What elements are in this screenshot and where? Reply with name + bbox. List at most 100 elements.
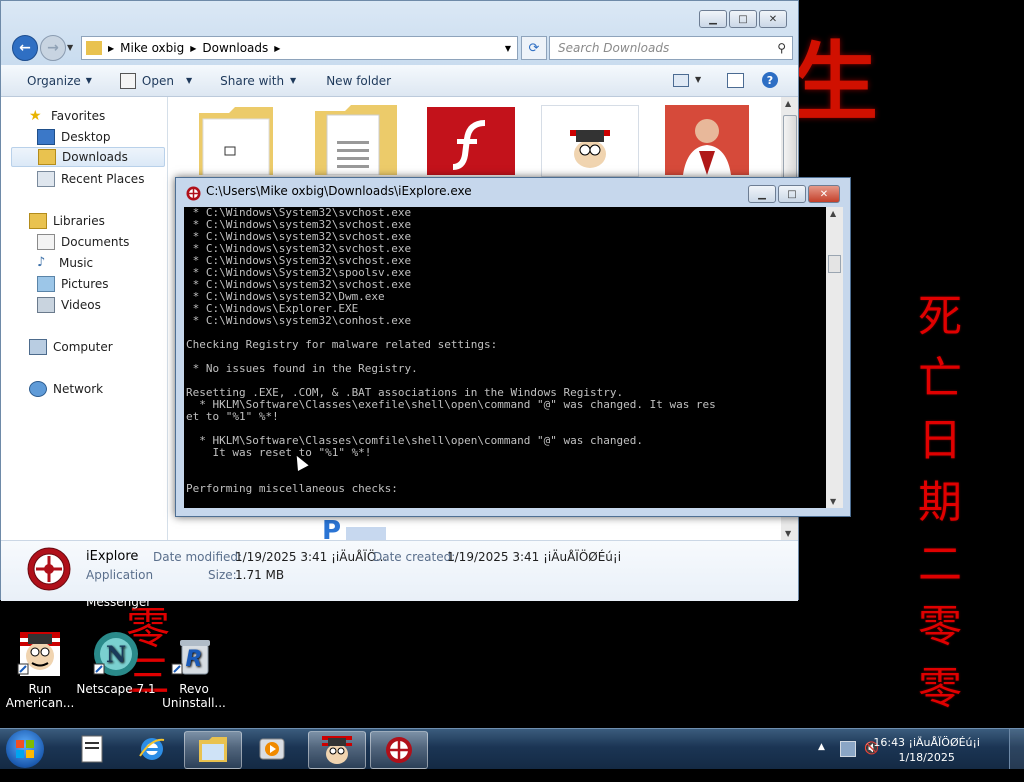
- breadcrumb-separator-icon: ▶: [274, 43, 281, 53]
- date-modified-label: Date modified:: [153, 550, 243, 564]
- nav-libraries[interactable]: Libraries: [29, 211, 105, 231]
- nav-downloads[interactable]: Downloads: [11, 147, 165, 167]
- nav-label: Videos: [61, 298, 101, 312]
- console-output[interactable]: * C:\Windows\System32\svchost.exe * C:\W…: [184, 207, 826, 508]
- taskbar-run-american[interactable]: [308, 731, 366, 769]
- videos-icon: [37, 297, 55, 313]
- refresh-icon: ⟳: [528, 40, 540, 56]
- desktop-icon: [37, 129, 55, 145]
- console-window-controls: ▁ □ ✕: [746, 185, 840, 203]
- scroll-up-icon[interactable]: ▲: [785, 99, 791, 108]
- scroll-up-icon[interactable]: ▲: [830, 209, 836, 218]
- breadcrumb-separator-icon: ▶: [108, 43, 115, 53]
- calligraphy-char: 零: [918, 601, 962, 652]
- nav-music[interactable]: ♪ Music: [37, 253, 93, 273]
- date-modified-value: 1/19/2025 3:41 ¡iÄuÅÏÖ...: [235, 550, 388, 564]
- back-button[interactable]: ←: [12, 35, 38, 61]
- address-bar[interactable]: ▶ Mike oxbig ▶ Downloads ▶ ▼: [81, 36, 518, 60]
- console-window[interactable]: C:\Users\Mike oxbig\Downloads\iExplore.e…: [175, 177, 851, 517]
- console-title: C:\Users\Mike oxbig\Downloads\iExplore.e…: [206, 184, 472, 198]
- minimize-button[interactable]: ▁: [748, 185, 776, 203]
- desktop-icon-label: Netscape 7.1: [76, 682, 156, 696]
- netscape-icon: N: [92, 630, 140, 678]
- open-button[interactable]: Open ▼: [119, 72, 193, 89]
- taskbar-internet-explorer[interactable]: [124, 731, 180, 767]
- taskbar-media-player[interactable]: [244, 731, 300, 767]
- taskbar-notepad-document[interactable]: [64, 731, 120, 767]
- nav-computer[interactable]: Computer: [29, 337, 113, 357]
- breadcrumb-item-downloads[interactable]: Downloads: [202, 41, 268, 55]
- taskbar-windows-explorer[interactable]: [184, 731, 242, 769]
- forward-button[interactable]: →: [40, 35, 66, 61]
- close-button[interactable]: ✕: [808, 185, 840, 203]
- scroll-thumb[interactable]: [828, 255, 841, 273]
- desktop-icon-run-american[interactable]: Run American...: [0, 630, 80, 710]
- show-desktop-button[interactable]: [1009, 729, 1024, 769]
- calligraphy-char: 亡: [918, 353, 962, 404]
- view-options-chevron-icon[interactable]: ▼: [695, 75, 701, 84]
- nav-pictures[interactable]: Pictures: [37, 274, 109, 294]
- new-folder-button[interactable]: New folder: [326, 74, 391, 88]
- photo-icon: [665, 105, 749, 175]
- start-button[interactable]: [6, 730, 44, 768]
- nav-desktop[interactable]: Desktop: [37, 127, 111, 147]
- nav-favorites[interactable]: ★ Favorites: [29, 106, 105, 126]
- file-thumbnail[interactable]: [195, 105, 279, 176]
- calligraphy-char: 死: [918, 291, 962, 342]
- wallpaper-calligraphy-top: 生: [792, 32, 878, 133]
- maximize-button[interactable]: □: [729, 10, 757, 28]
- desktop-icon-revo-uninstaller[interactable]: R Revo Uninstall...: [154, 630, 234, 710]
- minimize-button[interactable]: ▁: [699, 10, 727, 28]
- scroll-down-icon[interactable]: ▼: [830, 497, 836, 506]
- recent-pages-chevron-icon[interactable]: ▼: [67, 43, 73, 52]
- taskbar-iexplore-console[interactable]: [370, 731, 428, 769]
- forward-arrow-icon: →: [47, 40, 59, 56]
- preview-pane-icon[interactable]: [727, 73, 744, 88]
- downloads-folder-icon: [38, 149, 56, 165]
- window-controls: ▁ □ ✕: [697, 10, 787, 28]
- console-app-icon: [186, 186, 201, 201]
- show-hidden-icons-icon[interactable]: ▲: [818, 742, 825, 752]
- nav-label: Recent Places: [61, 172, 145, 186]
- explorer-title-bar[interactable]: ▁ □ ✕ ← → ▼ ▶ Mike oxbig ▶ Downloads ▶ ▼…: [1, 1, 798, 65]
- desktop-icon-netscape[interactable]: N Netscape 7.1: [76, 630, 156, 696]
- file-thumbnail[interactable]: [305, 105, 401, 176]
- recent-places-icon: [37, 171, 55, 187]
- clock-date: 1/18/2025: [898, 751, 955, 764]
- close-button[interactable]: ✕: [759, 10, 787, 28]
- system-clock[interactable]: 16:43 ¡iÄuÅÏÖØÉú¡i 1/18/2025: [873, 735, 980, 765]
- share-with-menu[interactable]: Share with ▼: [220, 74, 296, 88]
- scroll-down-icon[interactable]: ▼: [785, 529, 791, 538]
- calligraphy-char: 日: [918, 415, 962, 466]
- navigation-pane: ★ Favorites Desktop Downloads Recent Pla…: [1, 97, 168, 540]
- file-thumbnail[interactable]: [665, 105, 749, 175]
- address-dropdown-icon[interactable]: ▼: [505, 44, 511, 53]
- selected-file-type: Application: [86, 568, 154, 582]
- nav-recent-places[interactable]: Recent Places: [37, 169, 144, 189]
- file-thumbnail[interactable]: [425, 105, 517, 175]
- chevron-down-icon: ▼: [185, 76, 193, 85]
- application-icon: [119, 72, 136, 89]
- cartoon-face-icon: [570, 130, 610, 168]
- breadcrumb-item-user[interactable]: Mike oxbig: [120, 41, 184, 55]
- nav-documents[interactable]: Documents: [37, 232, 129, 252]
- folder-icon: [199, 107, 273, 176]
- file-thumbnail[interactable]: P: [318, 516, 388, 540]
- refresh-button[interactable]: ⟳: [521, 36, 547, 60]
- network-tray-icon[interactable]: [840, 741, 856, 757]
- change-view-icon[interactable]: [673, 74, 689, 87]
- nav-network[interactable]: Network: [29, 379, 103, 399]
- cartoon-face-icon: [322, 736, 352, 764]
- share-with-label: Share with: [220, 73, 285, 88]
- nav-videos[interactable]: Videos: [37, 295, 101, 315]
- console-scrollbar[interactable]: ▲ ▼: [826, 207, 843, 508]
- maximize-button[interactable]: □: [778, 185, 806, 203]
- desktop-icon-label: Revo: [179, 682, 209, 696]
- file-thumbnail[interactable]: [541, 105, 639, 177]
- organize-menu[interactable]: Organize ▼: [27, 74, 92, 88]
- libraries-icon: [29, 213, 47, 229]
- search-input[interactable]: Search Downloads ⚲: [549, 36, 793, 60]
- calligraphy-char: 零: [918, 663, 962, 714]
- help-icon[interactable]: ?: [762, 72, 778, 88]
- folder-icon: [199, 737, 227, 762]
